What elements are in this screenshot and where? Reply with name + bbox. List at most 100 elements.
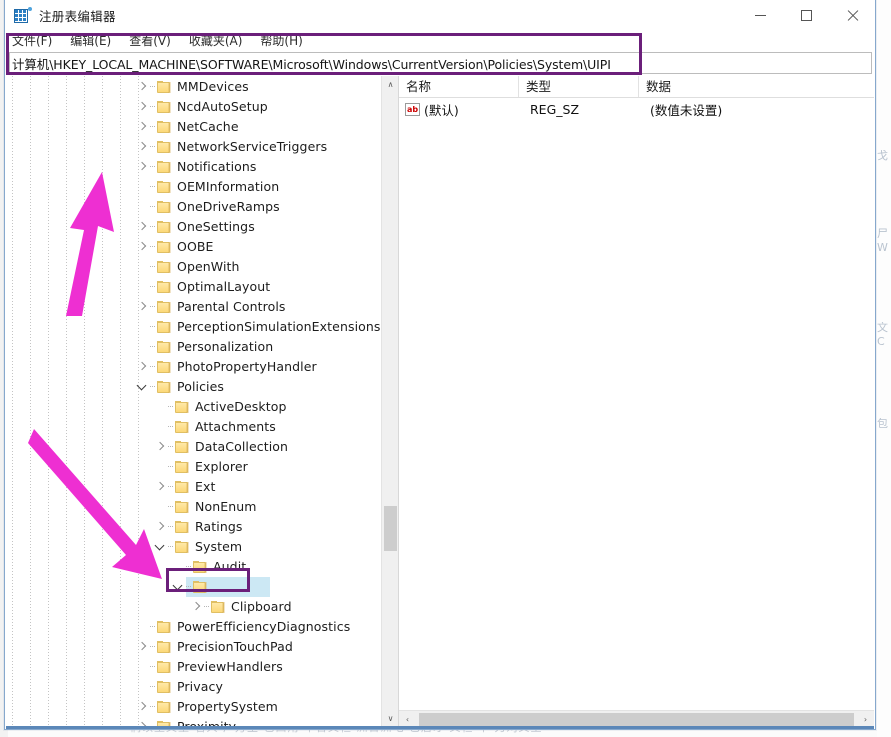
menu-edit[interactable]: 编辑(E) (70, 32, 120, 51)
maximize-button[interactable] (783, 0, 829, 31)
tree-item-label: OEMInformation (177, 179, 280, 194)
menu-help[interactable]: 帮助(H) (260, 32, 311, 51)
column-header-data[interactable]: 数据 (639, 76, 839, 97)
menu-favorites[interactable]: 收藏夹(A) (189, 32, 252, 51)
tree-item[interactable]: System (6, 537, 381, 557)
tree-item[interactable]: NcdAutoSetup (6, 97, 381, 117)
tree-item[interactable]: PropertySystem (6, 697, 381, 717)
tree-item-label: Attachments (195, 419, 276, 434)
chevron-right-icon[interactable] (134, 97, 150, 117)
registry-values-pane[interactable]: 名称 类型 数据 ab (默认) REG_SZ (数值未设置) ‹ › (399, 76, 874, 727)
tree-item[interactable]: Explorer (6, 457, 381, 477)
close-button[interactable] (829, 0, 875, 31)
menu-file[interactable]: 文件(F) (12, 32, 61, 51)
chevron-right-icon[interactable] (134, 297, 150, 317)
tree-item[interactable]: Attachments (6, 417, 381, 437)
tree-item[interactable]: OptimalLayout (6, 277, 381, 297)
column-header-type[interactable]: 类型 (519, 76, 639, 97)
menu-view[interactable]: 查看(V) (129, 32, 180, 51)
chevron-right-icon[interactable] (134, 697, 150, 717)
tree-item[interactable]: Ratings (6, 517, 381, 537)
tree-item[interactable]: NetCache (6, 117, 381, 137)
tree-item[interactable]: Parental Controls (6, 297, 381, 317)
tree-item[interactable]: DataCollection (6, 437, 381, 457)
chevron-right-icon[interactable] (134, 217, 150, 237)
chevron-placeholder (134, 617, 150, 637)
chevron-right-icon[interactable] (134, 357, 150, 377)
tree-item[interactable]: OOBE (6, 237, 381, 257)
chevron-right-icon[interactable] (134, 137, 150, 157)
tree-item-label: OOBE (177, 239, 214, 254)
tree-connector (150, 297, 157, 317)
hscrollbar-thumb[interactable] (419, 712, 854, 726)
tree-connector (150, 637, 157, 657)
tree-item[interactable]: PowerEfficiencyDiagnostics (6, 617, 381, 637)
tree-item[interactable]: Ext (6, 477, 381, 497)
tree-item[interactable]: OEMInformation (6, 177, 381, 197)
tree-item[interactable]: Notifications (6, 157, 381, 177)
folder-icon (157, 201, 171, 213)
minimize-button[interactable] (737, 0, 783, 31)
tree-vertical-scrollbar[interactable]: ∧ ∨ (381, 76, 398, 727)
indent-spacer (6, 597, 188, 617)
chevron-right-icon[interactable] (152, 517, 168, 537)
chevron-down-icon[interactable] (134, 377, 150, 397)
chevron-right-icon[interactable] (152, 477, 168, 497)
tree-scroll-area: MMDevices NcdAutoSetup NetCache NetworkServ… (6, 76, 381, 727)
chevron-right-icon[interactable] (188, 597, 204, 617)
chevron-down-icon[interactable] (170, 577, 186, 597)
chevron-down-icon[interactable] (152, 537, 168, 557)
folder-icon (157, 241, 171, 253)
folder-icon (175, 441, 189, 453)
scroll-left-icon[interactable]: ‹ (399, 711, 416, 728)
tree-item[interactable]: PreviewHandlers (6, 657, 381, 677)
tree-item[interactable]: Privacy (6, 677, 381, 697)
menu-bar: 文件(F) 编辑(E) 查看(V) 收藏夹(A) 帮助(H) (5, 32, 875, 51)
registry-tree-pane[interactable]: MMDevices NcdAutoSetup NetCache NetworkServ… (6, 76, 399, 727)
table-row[interactable]: ab (默认) REG_SZ (数值未设置) (399, 98, 874, 120)
address-input[interactable]: 计算机\HKEY_LOCAL_MACHINE\SOFTWARE\Microsof… (12, 54, 611, 73)
indent-spacer (6, 217, 134, 237)
tree-item-label: PhotoPropertyHandler (177, 359, 317, 374)
tree-item[interactable]: PhotoPropertyHandler (6, 357, 381, 377)
scroll-up-icon[interactable]: ∧ (382, 76, 398, 93)
tree-item[interactable]: Personalization (6, 337, 381, 357)
window-controls (737, 0, 875, 31)
tree-item[interactable]: Policies (6, 377, 381, 397)
column-header-name[interactable]: 名称 (399, 76, 519, 97)
background-glyph: 包 (877, 418, 888, 430)
chevron-right-icon[interactable] (134, 117, 150, 137)
tree-item-selected[interactable]: UIPI (6, 577, 381, 597)
chevron-right-icon[interactable] (134, 157, 150, 177)
tree-item-label: Notifications (177, 159, 257, 174)
values-column-headers: 名称 类型 数据 (399, 76, 874, 98)
tree-item[interactable]: OneDriveRamps (6, 197, 381, 217)
folder-icon (211, 601, 225, 613)
tree-item[interactable]: PrecisionTouchPad (6, 637, 381, 657)
hscroll-track[interactable] (416, 711, 857, 728)
chevron-right-icon[interactable] (134, 237, 150, 257)
tree-item[interactable]: NetworkServiceTriggers (6, 137, 381, 157)
tree-item[interactable]: PerceptionSimulationExtensions (6, 317, 381, 337)
tree-item[interactable]: Audit (6, 557, 381, 577)
tree-item[interactable]: MMDevices (6, 77, 381, 97)
tree-item-label: OneSettings (177, 219, 255, 234)
folder-icon (157, 381, 171, 393)
tree-item[interactable]: Clipboard (6, 597, 381, 617)
tree-item[interactable]: OneSettings (6, 217, 381, 237)
tree-item[interactable]: NonEnum (6, 497, 381, 517)
values-horizontal-scrollbar[interactable]: ‹ › (399, 710, 874, 727)
tree-item[interactable]: OpenWith (6, 257, 381, 277)
chevron-placeholder (152, 397, 168, 417)
chevron-right-icon[interactable] (134, 77, 150, 97)
chevron-right-icon[interactable] (134, 637, 150, 657)
indent-spacer (6, 157, 134, 177)
tree-item-label: System (195, 539, 243, 554)
scroll-right-icon[interactable]: › (857, 711, 874, 728)
scrollbar-thumb[interactable] (384, 506, 397, 551)
chevron-right-icon[interactable] (152, 437, 168, 457)
address-bar[interactable]: 计算机\HKEY_LOCAL_MACHINE\SOFTWARE\Microsof… (9, 52, 872, 74)
tree-item-label: OneDriveRamps (177, 199, 280, 214)
tree-item[interactable]: ActiveDesktop (6, 397, 381, 417)
scroll-down-icon[interactable]: ∨ (382, 710, 398, 727)
